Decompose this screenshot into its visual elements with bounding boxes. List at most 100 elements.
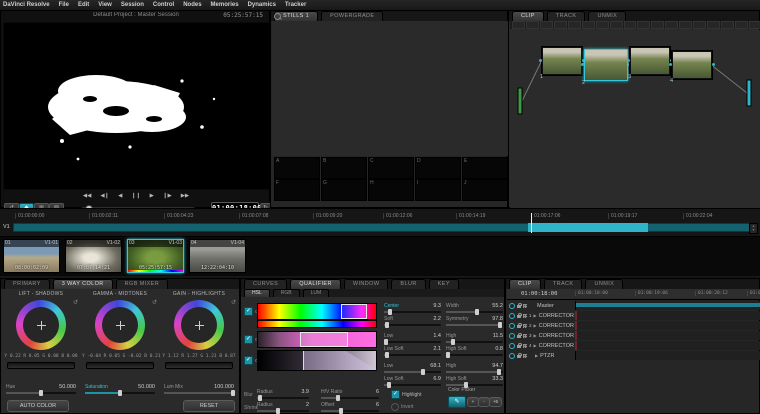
node-tool-button[interactable]	[512, 21, 525, 29]
corrector-node-4[interactable]	[672, 51, 712, 79]
lock-icon[interactable]	[517, 335, 521, 338]
saturation-slider[interactable]: Saturation50.000	[85, 384, 155, 394]
reset-button[interactable]: RESET	[183, 400, 235, 412]
hue-on-checkbox[interactable]	[244, 307, 253, 316]
tab-rgb-mixer[interactable]: RGB MIXER	[116, 279, 168, 289]
menu-item-dynamics[interactable]: Dynamics	[248, 2, 276, 8]
lock-icon[interactable]	[517, 325, 521, 328]
node-tool-button[interactable]	[707, 21, 720, 29]
track-row-corrector-2[interactable]: 2 ▶ CORRECTOR	[507, 321, 760, 330]
master-keyframe-track[interactable]	[575, 301, 760, 310]
tab-clip[interactable]: CLIP	[512, 11, 544, 21]
corrector-node-3[interactable]	[630, 47, 670, 75]
menu-item-memories[interactable]: Memories	[211, 2, 239, 8]
param-soft[interactable]: Soft2.2	[384, 316, 441, 326]
clip-thumbnail-2[interactable]: 02V1-02 07:07:14:21	[65, 239, 122, 273]
timeline-scrollbar[interactable]: ▲▼	[749, 223, 758, 234]
invert-toggle[interactable]: Invert	[391, 403, 414, 411]
node-tool-button[interactable]	[735, 21, 748, 29]
node-tool-button[interactable]	[624, 21, 637, 29]
highlight-checkbox[interactable]	[391, 390, 400, 399]
blur-radius-slider[interactable]: Radius3.9	[257, 389, 309, 399]
clip-thumbnail-3-selected[interactable]: 03V1-03 05:25:57:15	[127, 239, 184, 273]
still-slot[interactable]: A	[274, 157, 320, 179]
tab-track-kf[interactable]: TRACK	[544, 279, 583, 289]
still-slot[interactable]: J	[462, 179, 508, 201]
keyframe-grid-icon[interactable]	[523, 354, 527, 358]
gallery-canvas[interactable]	[272, 21, 508, 156]
track-row-master[interactable]: Master	[507, 301, 760, 310]
expand-arrow-icon[interactable]: ▶	[534, 333, 537, 338]
enable-icon[interactable]	[509, 303, 515, 309]
gamma-master-slider[interactable]	[86, 362, 154, 369]
expand-arrow-icon[interactable]: ▶	[534, 313, 537, 318]
tab-clip-kf[interactable]: CLIP	[509, 279, 541, 289]
enable-icon[interactable]	[509, 333, 515, 339]
clip-thumbnail-4[interactable]: 04V1-04 12:22:04:10	[189, 239, 246, 273]
param-lum-low-soft[interactable]: Low Soft6.9	[384, 376, 441, 386]
sat-on-checkbox[interactable]	[244, 335, 253, 344]
auto-color-button[interactable]: AUTO COLOR	[7, 400, 69, 412]
invert-radio[interactable]	[391, 403, 399, 411]
step-forward-button[interactable]: ❙▶	[163, 193, 172, 199]
corrector-keyframe-track[interactable]	[575, 311, 760, 320]
param-sat-low-soft[interactable]: Low Soft2.1	[384, 346, 441, 356]
gain-reset-icon[interactable]: ↺	[231, 299, 236, 306]
enable-icon[interactable]	[509, 323, 515, 329]
tab-track[interactable]: TRACK	[547, 11, 586, 21]
node-tool-button[interactable]	[582, 21, 595, 29]
menu-item-file[interactable]: File	[59, 2, 69, 8]
keyframe-grid-icon[interactable]	[523, 324, 527, 328]
corrector-node-2-selected[interactable]	[584, 49, 628, 81]
param-lum-high[interactable]: High94.7	[446, 363, 503, 373]
track-row-corrector-4[interactable]: 4 ▶ CORRECTOR	[507, 341, 760, 350]
tab-qualifier[interactable]: QUALIFIER	[290, 279, 341, 289]
playhead[interactable]	[531, 213, 532, 233]
track-row-ptzr[interactable]: ▶ PTZR	[507, 351, 760, 360]
node-tool-button[interactable]	[610, 21, 623, 29]
node-tool-button[interactable]	[568, 21, 581, 29]
menu-item-davinci-resolve[interactable]: DaVinci Resolve	[3, 2, 50, 8]
node-tool-button[interactable]	[540, 21, 553, 29]
saturation-qualifier-strip[interactable]	[257, 331, 377, 348]
node-tool-button[interactable]	[596, 21, 609, 29]
tab-curves[interactable]: CURVES	[244, 279, 287, 289]
expand-arrow-icon[interactable]: ▶	[534, 343, 537, 348]
corrector-keyframe-track[interactable]	[575, 331, 760, 340]
saturation-selection-range[interactable]	[300, 332, 347, 347]
highlight-toggle[interactable]: Highlight	[391, 390, 421, 399]
lock-icon[interactable]	[517, 345, 521, 348]
param-sat-high[interactable]: High11.5	[446, 333, 503, 343]
param-lum-high-soft[interactable]: High Soft33.3	[446, 376, 503, 386]
track-row-corrector-3[interactable]: 3 ▶ CORRECTOR	[507, 331, 760, 340]
lift-master-slider[interactable]	[7, 362, 75, 369]
hue-slider[interactable]: Hue50.000	[6, 384, 76, 394]
expand-arrow-icon[interactable]: ▶	[534, 323, 537, 328]
param-sat-low[interactable]: Low1.4	[384, 333, 441, 343]
subtab-lum[interactable]: LUM	[303, 289, 330, 297]
lock-icon[interactable]	[517, 315, 521, 318]
node-tool-button[interactable]	[554, 21, 567, 29]
menu-item-nodes[interactable]: Nodes	[183, 2, 201, 8]
luminance-qualifier-strip[interactable]	[257, 350, 377, 371]
viewer-image-matte[interactable]	[3, 22, 271, 190]
tab-unmix[interactable]: UNMIX	[588, 11, 626, 21]
tab-powergrade[interactable]: POWERGRADE	[321, 11, 383, 21]
node-tool-button[interactable]	[721, 21, 734, 29]
lift-reset-icon[interactable]: ↺	[73, 299, 78, 306]
node-tool-button[interactable]	[693, 21, 706, 29]
tab-primary[interactable]: PRIMARY	[4, 279, 50, 289]
hue-selection-range[interactable]	[341, 304, 367, 319]
enable-icon[interactable]	[509, 353, 515, 359]
param-width[interactable]: Width55.2	[446, 303, 503, 313]
play-button[interactable]: ▶	[150, 193, 154, 199]
menu-item-view[interactable]: View	[98, 2, 112, 8]
play-reverse-button[interactable]: ◀	[118, 193, 122, 199]
keyframe-grid-icon[interactable]	[523, 344, 527, 348]
still-slot[interactable]: B	[321, 157, 367, 179]
node-tool-button[interactable]	[526, 21, 539, 29]
node-tool-button[interactable]	[651, 21, 664, 29]
tab-key[interactable]: KEY	[429, 279, 459, 289]
tab-unmix-kf[interactable]: UNMIX	[585, 279, 623, 289]
param-lum-low[interactable]: Low68.1	[384, 363, 441, 373]
